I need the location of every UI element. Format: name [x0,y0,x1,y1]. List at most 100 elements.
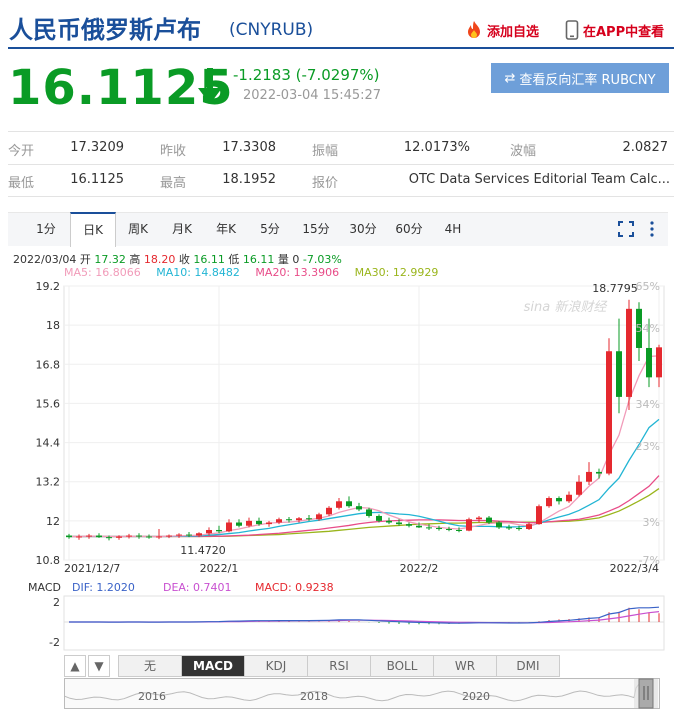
stat-value: OTC Data Services Editorial Team Calc... [408,172,670,187]
ma10-legend: MA10: 14.8482 [156,266,240,279]
volume-value: 0 [292,253,300,266]
tab-1min[interactable]: 1分 [22,213,70,245]
down-arrow-icon [197,66,223,110]
currency-code: (CNYRUB) [229,20,314,40]
candle-body [136,535,142,537]
candle-body [66,535,72,538]
down-triangle-icon: ▼ [94,659,104,673]
high-value: 18.20 [143,253,176,266]
tab-15min[interactable]: 15分 [292,213,340,245]
candle-body [166,535,172,537]
y-tick-label: 18 [46,319,60,332]
tab-5min[interactable]: 5分 [248,213,292,245]
scroll-down-button[interactable]: ▼ [88,655,110,677]
x-tick-label: 2022/2 [400,562,439,575]
add-favorite-label: 添加自选 [487,24,540,40]
more-options-icon[interactable] [642,213,662,245]
candle-body [386,520,392,523]
candle-body [336,501,342,508]
pct-tick-label: 23% [636,440,660,453]
candle-body [526,524,532,530]
y-tick-label: 14.4 [36,437,61,450]
candle-body [596,471,602,474]
tab-weekly-k[interactable]: 周K [116,213,160,245]
stat-value: 17.3308 [222,140,276,155]
candle-body [76,536,82,538]
navigator-year: 2018 [300,690,328,703]
stat-value: 18.1952 [222,172,276,187]
indicator-tabs: ▲ ▼ 无 MACD KDJ RSI BOLL WR DMI [64,655,664,677]
indicator-tab-boll[interactable]: BOLL [370,655,434,677]
dea-line [69,611,660,624]
candle-body [286,519,292,521]
candle-body [256,520,262,525]
candle-body [96,535,102,538]
header-divider [8,47,674,49]
navigator-handle[interactable] [638,678,654,709]
macd-value: MACD: 0.9238 [255,581,334,594]
y-tick-label: 16.8 [36,358,61,371]
candle-body [246,520,252,526]
x-tick-label: 2022/3/4 [610,562,659,575]
candle-body [616,351,622,397]
fire-icon [468,21,480,38]
candle-body [366,509,372,516]
volume-label: 量 [277,253,289,266]
stat-value: 16.1125 [70,172,124,187]
ohlc-info: 2022/03/04 开 17.32 高 18.20 收 16.11 低 16.… [13,251,342,267]
view-in-app-button[interactable]: 在APP中查看 [565,20,664,40]
candle-body [356,506,362,510]
swap-icon: ⇄ [504,70,516,86]
candle-body [446,529,452,531]
candle-body [236,522,242,526]
ma-legend: MA5: 16.8066 MA10: 14.8482 MA20: 13.3906… [64,266,450,279]
candle-body [646,347,652,378]
axis-labels: 19.2 18 16.8 15.6 14.4 13.2 12 10.8 65% 54% 34% 23%… [36,280,661,575]
stats-row: 最低 16.1125 最高 18.1952 报价 OTC Data Servic… [8,164,674,197]
indicator-tab-wr[interactable]: WR [433,655,497,677]
indicator-tab-kdj[interactable]: KDJ [244,655,308,677]
reverse-rate-label: 查看反向汇率 RUBCNY [519,72,656,88]
indicator-tab-dmi[interactable]: DMI [496,655,560,677]
open-label: 开 [79,253,91,266]
candle-body [276,519,282,523]
view-in-app-label: 在APP中查看 [583,24,665,40]
ma5-line [69,355,660,538]
ohlc-date: 2022/03/04 [13,253,77,266]
candle-body [346,501,352,507]
tab-4h[interactable]: 4H [432,213,474,245]
candle-body [196,533,202,536]
candle-body [486,517,492,523]
pct-tick-label: 34% [636,398,660,411]
indicator-tab-none[interactable]: 无 [118,655,182,677]
candle-body [146,536,152,538]
candle-body [656,347,662,378]
indicator-tab-rsi[interactable]: RSI [307,655,371,677]
candle-body [106,537,112,539]
stat-label: 最低 [8,176,35,191]
scroll-up-button[interactable]: ▲ [64,655,86,677]
close-label: 收 [178,253,190,266]
pct-change: -7.03% [302,253,342,266]
range-navigator[interactable]: 2016 2018 2020 [64,678,660,710]
navigator-year: 2020 [462,690,490,703]
tab-monthly-k[interactable]: 月K [160,213,204,245]
add-favorite-button[interactable]: 添加自选 [465,20,539,40]
y-tick-label: 10.8 [36,554,61,567]
tab-daily-k[interactable]: 日K [70,212,116,247]
open-value: 17.32 [94,253,126,266]
indicator-tab-macd[interactable]: MACD [181,655,245,677]
kline-chart[interactable]: sina 新浪财经 19.2 18 16.8 15.6 14.4 13.2 12 10.8 65… [0,280,681,655]
tab-yearly-k[interactable]: 年K [204,213,248,245]
tab-60min[interactable]: 60分 [386,213,432,245]
phone-icon [565,20,579,40]
candle-body [556,498,562,502]
reverse-rate-button[interactable]: ⇄ 查看反向汇率 RUBCNY [491,63,669,93]
tab-30min[interactable]: 30分 [340,213,386,245]
ma-lines [69,355,660,538]
watermark: sina 新浪财经 [524,299,609,315]
candle-body [126,535,132,537]
stat-label: 波幅 [510,144,537,159]
macd-info: MACD DIF: 1.2020 DEA: 0.7401 MACD: 0.923… [28,581,334,594]
fullscreen-icon[interactable] [614,213,638,245]
